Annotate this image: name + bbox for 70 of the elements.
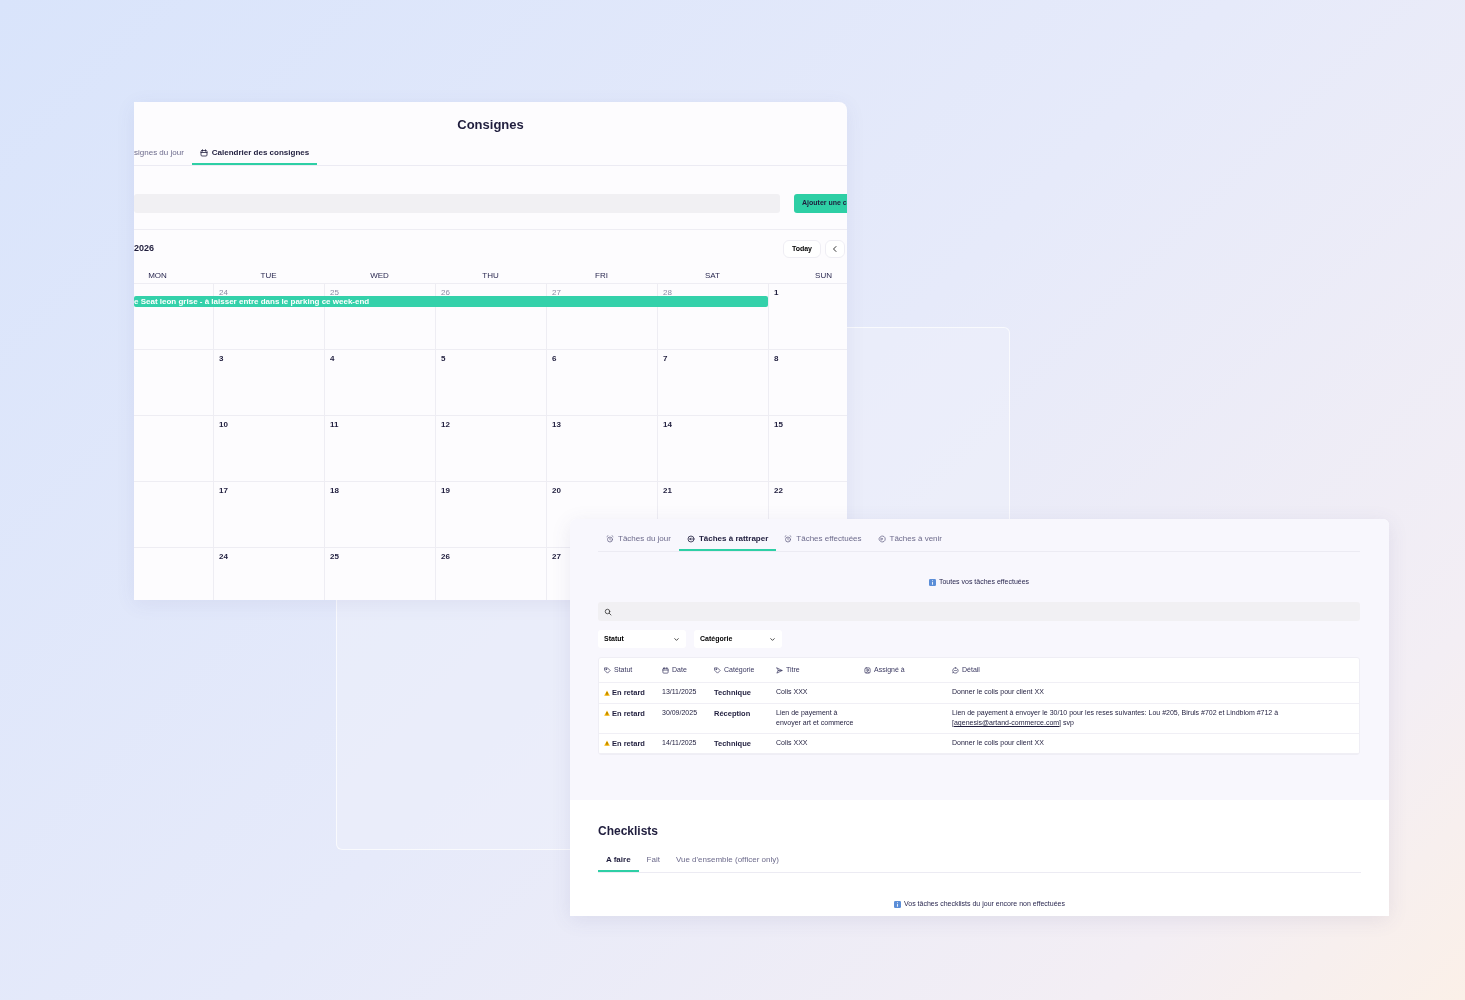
day-number: 22: [774, 486, 783, 495]
day-number: 6: [552, 354, 557, 363]
tab[interactable]: Tâches à rattraper: [678, 529, 777, 551]
day-number: 14: [663, 420, 672, 429]
tab[interactable]: Vue d'ensemble (officer only): [667, 850, 787, 872]
weekday-label: MON: [147, 270, 168, 282]
tab[interactable]: Tâches effectuées: [776, 529, 870, 551]
info-icon: [894, 900, 901, 908]
info-icon: [928, 578, 936, 586]
window-title: Consignes: [456, 116, 525, 133]
section-title: Checklists: [598, 823, 660, 840]
chat-icon: [952, 666, 959, 674]
day-number: 13: [552, 420, 561, 429]
day-number: 1: [774, 288, 779, 297]
day-number: 19: [441, 486, 450, 495]
weekday-label: WED: [369, 270, 390, 282]
day-number: 18: [330, 486, 339, 495]
tab[interactable]: signes du jour: [134, 143, 192, 165]
day-number: 17: [219, 486, 228, 495]
day-number: 28: [663, 288, 672, 297]
chevron-left-icon: [831, 245, 839, 253]
calendar-icon: [662, 666, 669, 674]
tab[interactable]: Fait: [638, 850, 668, 872]
day-number: 26: [441, 288, 450, 297]
day-number: 3: [219, 354, 224, 363]
tag-icon: [714, 666, 721, 674]
tab[interactable]: Tâches du jour: [598, 529, 679, 551]
day-number: 25: [330, 288, 339, 297]
alarm-clock-icon: [606, 535, 614, 543]
alarm-clock-icon: [784, 535, 793, 543]
day-number: 8: [774, 354, 779, 363]
circle-arrow-icon: [686, 535, 695, 543]
weekday-label: TUE: [259, 270, 278, 282]
day-number: 27: [552, 552, 561, 561]
day-number: 7: [663, 354, 668, 363]
day-number: 24: [219, 288, 228, 297]
weekday-label: THU: [481, 270, 500, 282]
day-number: 20: [552, 486, 561, 495]
previous-button[interactable]: [825, 240, 845, 258]
search-field[interactable]: [134, 194, 780, 213]
warning-icon: [604, 740, 610, 747]
month-label: 2026: [134, 242, 155, 256]
day-number: 10: [219, 420, 228, 429]
day-number: 27: [552, 288, 561, 297]
day-number: 11: [330, 420, 339, 429]
day-number: 12: [441, 420, 450, 429]
tag-icon: [604, 666, 611, 674]
search-field[interactable]: [598, 602, 1360, 621]
day-number: 5: [441, 354, 446, 363]
user-icon: [864, 666, 871, 674]
day-number: 4: [330, 354, 335, 363]
calendar-icon: [199, 149, 208, 157]
chevron-down-icon: [673, 635, 680, 643]
weekday-label: SUN: [814, 270, 833, 282]
tab[interactable]: A faire: [598, 850, 639, 872]
arrow-in-circle-icon: [877, 535, 886, 543]
day-number: 26: [441, 552, 450, 561]
warning-icon: [604, 689, 610, 696]
day-number: 15: [774, 420, 783, 429]
send-icon: [776, 666, 783, 674]
day-number: 25: [330, 552, 339, 561]
tab[interactable]: Tâches à venir: [869, 529, 950, 551]
warning-icon: [604, 710, 610, 717]
day-number: 24: [219, 552, 228, 561]
day-number: 21: [663, 486, 672, 495]
chevron-down-icon: [769, 635, 776, 643]
weekday-label: FRI: [594, 270, 609, 282]
tab[interactable]: Calendrier des consignes: [191, 143, 318, 165]
weekday-label: SAT: [704, 270, 721, 282]
search-icon: [604, 607, 612, 616]
